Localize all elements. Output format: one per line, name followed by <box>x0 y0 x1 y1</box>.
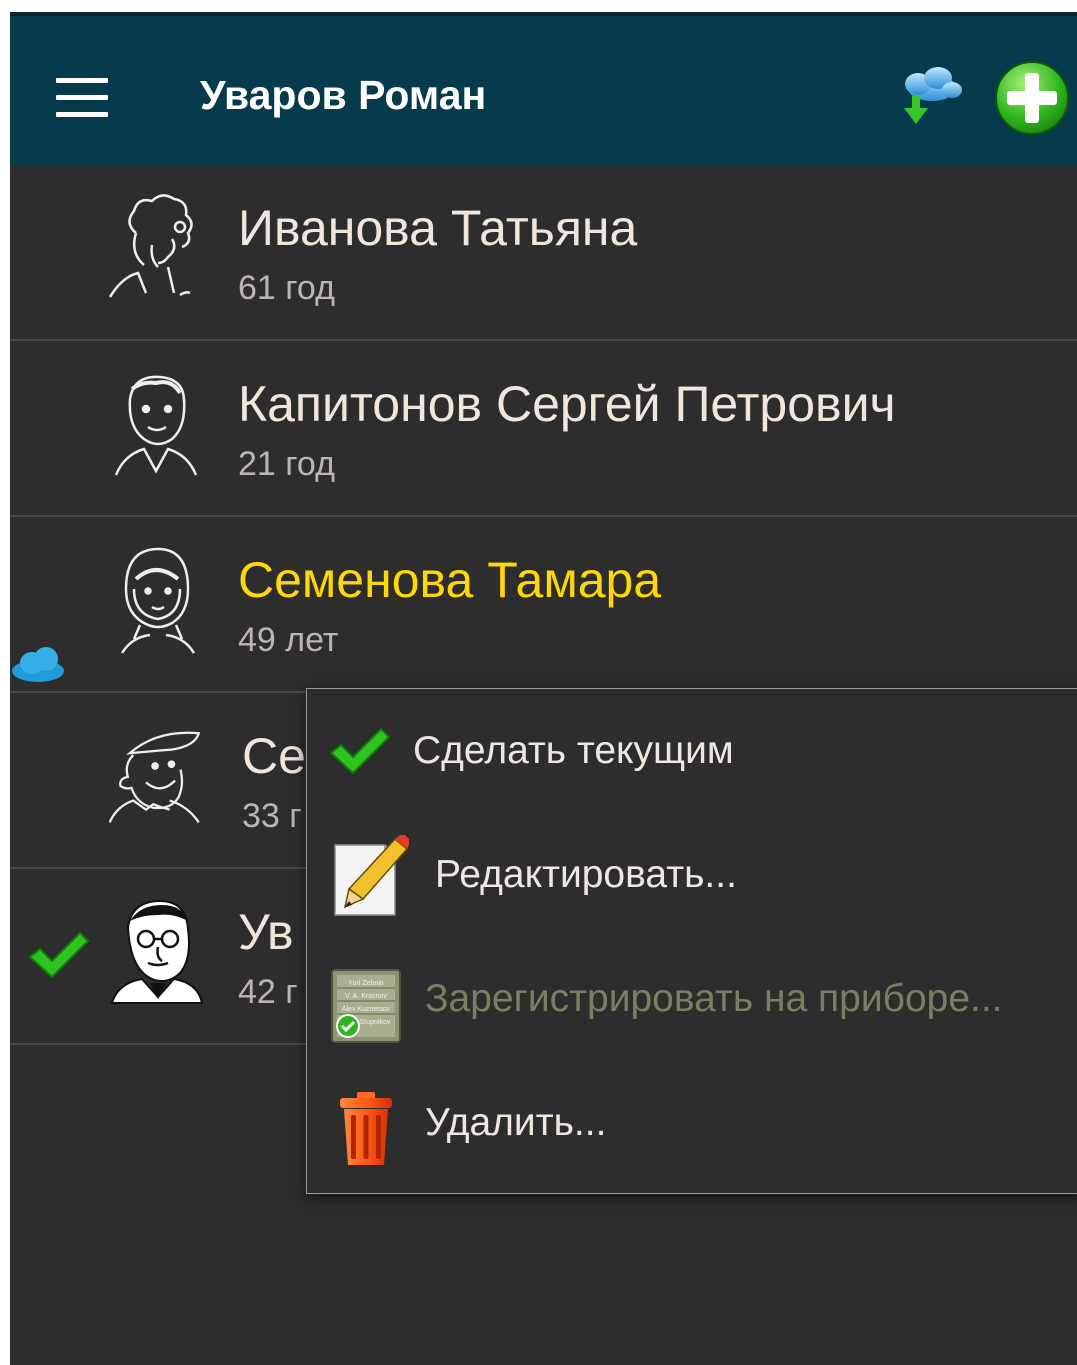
trash-icon <box>340 1092 392 1165</box>
hamburger-menu-icon[interactable] <box>56 78 108 118</box>
pencil-edit-icon <box>334 835 409 916</box>
patient-age: 61 год <box>238 269 335 307</box>
menu-item-label: Удалить... <box>425 1101 607 1144</box>
device-line: Stupnikov <box>360 1019 391 1026</box>
woman-headscarf-avatar <box>120 547 196 654</box>
patient-age: 33 г <box>242 797 302 835</box>
device-line: Alex Kuznetsov <box>342 1006 391 1013</box>
menu-item-label: Сделать текущим <box>413 729 734 772</box>
old-man-glasses-avatar <box>110 899 204 1004</box>
list-item[interactable]: Семенова Тамара 49 лет <box>10 517 1077 693</box>
patient-name: Семенова Тамара <box>238 552 662 608</box>
add-plus-icon[interactable] <box>992 58 1072 138</box>
patient-name: Капитонов Сергей Петрович <box>238 376 896 432</box>
cloud-download-icon[interactable] <box>894 60 966 132</box>
curly-hair-woman-avatar <box>108 194 193 298</box>
menu-item-label: Зарегистрировать на приборе... <box>425 977 1003 1020</box>
cloud-sync-icon <box>12 647 64 682</box>
context-menu: Сделать текущим Редактировать... Yuri Ze… <box>306 688 1077 1194</box>
green-check-icon <box>329 727 391 775</box>
device-line: V. A. Krasnov <box>345 993 387 1000</box>
patient-name: Ув <box>238 904 294 960</box>
current-check-icon <box>28 931 90 979</box>
device-list-icon: Yuri Zebnin V. A. Krasnov Alex Kuznetsov… <box>331 969 401 1043</box>
patient-name: Иванова Татьяна <box>238 200 638 256</box>
patient-name: Се <box>242 728 306 784</box>
patient-age: 21 год <box>238 445 335 483</box>
page-title: Уваров Роман <box>200 72 487 118</box>
register-on-device-menu-item: Yuri Zebnin V. A. Krasnov Alex Kuznetsov… <box>307 937 1077 1061</box>
menu-item-label: Редактировать... <box>435 853 737 896</box>
delete-menu-item[interactable]: Удалить... <box>307 1061 1077 1185</box>
phone-screen: Уваров Роман Иванова Татьяна 61 год Капи… <box>10 12 1077 1365</box>
list-item[interactable]: Капитонов Сергей Петрович 21 год <box>10 341 1077 517</box>
young-man-avatar <box>114 375 198 476</box>
make-current-menu-item[interactable]: Сделать текущим <box>307 689 1077 813</box>
device-line: Yuri Zebnin <box>348 980 384 987</box>
list-item[interactable]: Иванова Татьяна 61 год <box>10 165 1077 341</box>
patient-age: 49 лет <box>238 621 339 659</box>
edit-menu-item[interactable]: Редактировать... <box>307 813 1077 937</box>
patient-age: 42 г <box>238 973 298 1011</box>
app-bar: Уваров Роман <box>10 12 1077 165</box>
man-cap-smiling-avatar <box>108 731 201 823</box>
